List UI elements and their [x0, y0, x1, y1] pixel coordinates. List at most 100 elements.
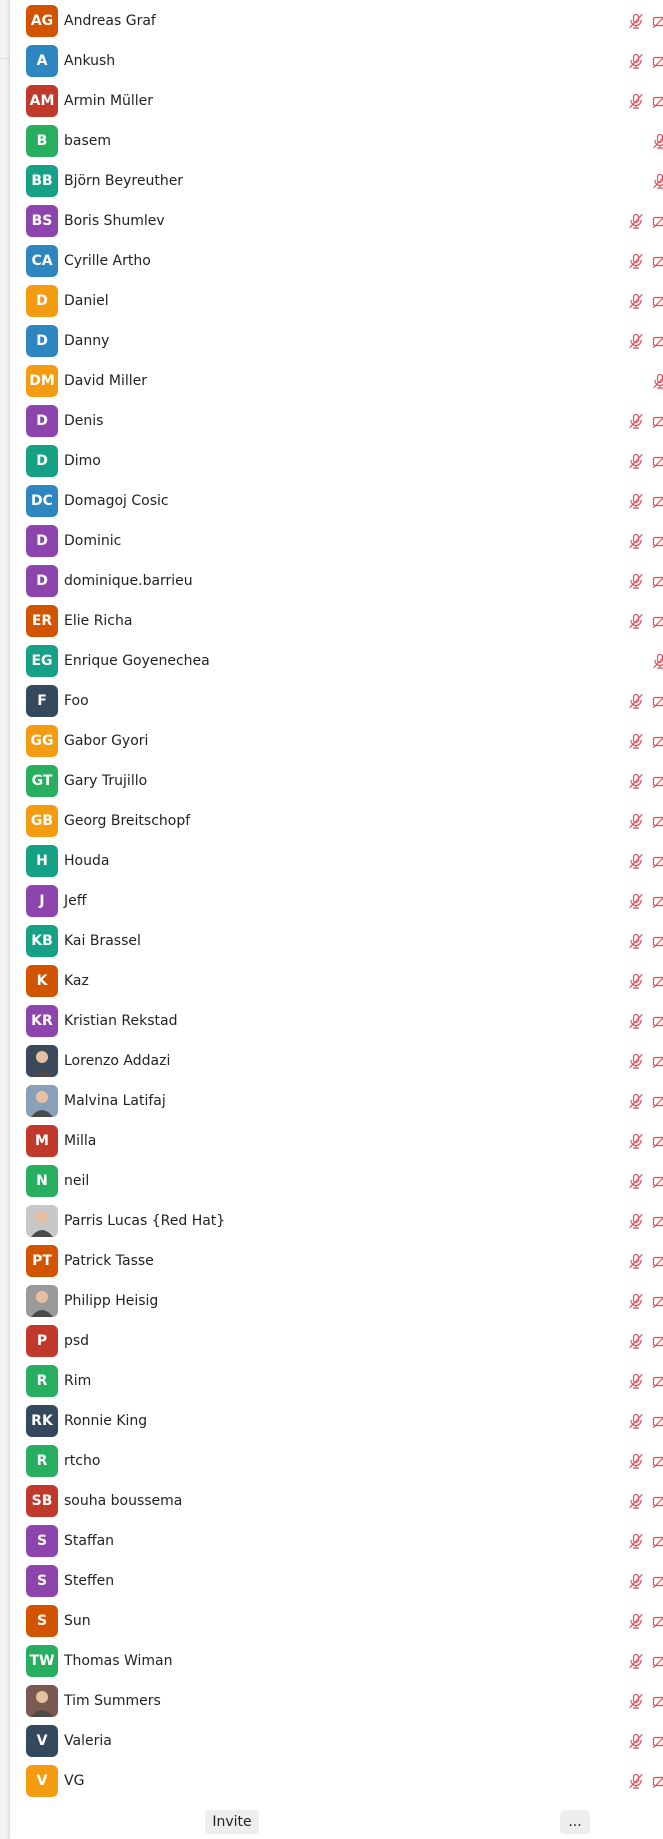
avatar: TW	[26, 1645, 58, 1677]
avatar-initials: D	[36, 333, 48, 349]
participant-row[interactable]: Ddominique.barrieu	[10, 561, 663, 601]
participant-row[interactable]: TW Thomas Wiman	[10, 1641, 663, 1681]
avatar: M	[26, 1125, 58, 1157]
camera-off-icon	[652, 1133, 663, 1149]
participant-name: neil	[64, 1173, 90, 1189]
mic-off-icon	[628, 293, 644, 309]
participant-row[interactable]: Tim Summers	[10, 1681, 663, 1721]
participant-name: Thomas Wiman	[64, 1653, 173, 1669]
avatar: EG	[26, 645, 58, 677]
camera-off-icon	[652, 733, 663, 749]
participant-name: Sun	[64, 1613, 91, 1629]
participant-row[interactable]: Bbasem	[10, 121, 663, 161]
participant-row[interactable]: AM Armin Müller	[10, 81, 663, 121]
avatar: GT	[26, 765, 58, 797]
participant-row[interactable]: AG Andreas Graf	[10, 1, 663, 41]
participant-row[interactable]: K Kaz	[10, 961, 663, 1001]
mic-off-icon	[628, 773, 644, 789]
mic-off-icon	[628, 1773, 644, 1789]
avatar-initials: S	[36, 1533, 48, 1549]
avatar: J	[26, 885, 58, 917]
avatar: S	[26, 1525, 58, 1557]
avatar: AG	[26, 5, 58, 37]
participant-row[interactable]: A Ankush	[10, 41, 663, 81]
avatar: V	[26, 1725, 58, 1757]
participant-row[interactable]: GG Gabor Gyori	[10, 721, 663, 761]
avatar-initials: PT	[32, 1253, 52, 1269]
avatar: B	[26, 125, 58, 157]
participant-row[interactable]: CA Cyrille Artho	[10, 241, 663, 281]
participant-row[interactable]: DC Domagoj Cosic	[10, 481, 663, 521]
participant-row[interactable]: GB Georg Breitschopf	[10, 801, 663, 841]
participant-row[interactable]: Philipp Heisig	[10, 1281, 663, 1321]
participant-row[interactable]: SB souha boussema	[10, 1481, 663, 1521]
avatar-initials: R	[36, 1453, 48, 1469]
camera-off-icon	[652, 1013, 663, 1029]
avatar: PT	[26, 1245, 58, 1277]
mic-off-icon	[628, 1733, 644, 1749]
background-divider	[0, 58, 10, 59]
camera-off-icon	[652, 1213, 663, 1229]
camera-off-icon	[652, 893, 663, 909]
participant-row[interactable]: D Dominic	[10, 521, 663, 561]
participant-row[interactable]: KR Kristian Rekstad	[10, 1001, 663, 1041]
avatar: AM	[26, 85, 58, 117]
camera-off-icon	[652, 1173, 663, 1189]
participant-row[interactable]: S Sun	[10, 1601, 663, 1641]
participant-row[interactable]: Nneil	[10, 1161, 663, 1201]
mic-off-icon	[628, 1653, 644, 1669]
participant-row[interactable]: BB Björn Beyreuther	[10, 161, 663, 201]
avatar: D	[26, 405, 58, 437]
avatar-initials: D	[36, 453, 48, 469]
participant-row[interactable]: Rrtcho	[10, 1441, 663, 1481]
participant-name: Enrique Goyenechea	[64, 653, 210, 669]
participant-row[interactable]: F Foo	[10, 681, 663, 721]
participant-row[interactable]: EG Enrique Goyenechea	[10, 641, 663, 681]
participant-row[interactable]: Malvina Latifaj	[10, 1081, 663, 1121]
participant-row[interactable]: KB Kai Brassel	[10, 921, 663, 961]
participant-row[interactable]: M Milla	[10, 1121, 663, 1161]
participant-row[interactable]: Lorenzo Addazi	[10, 1041, 663, 1081]
participant-row[interactable]: Parris Lucas {Red Hat}	[10, 1201, 663, 1241]
participant-name: Kristian Rekstad	[64, 1013, 178, 1029]
participant-row[interactable]: Ppsd	[10, 1321, 663, 1361]
avatar-initials: N	[36, 1173, 48, 1189]
camera-off-icon	[652, 1453, 663, 1469]
camera-off-icon	[652, 1373, 663, 1389]
participant-row[interactable]: S Staffan	[10, 1521, 663, 1561]
participant-row[interactable]: J Jeff	[10, 881, 663, 921]
participant-row[interactable]: D Dimo	[10, 441, 663, 481]
camera-off-icon	[652, 93, 663, 109]
participant-row[interactable]: R Rim	[10, 1361, 663, 1401]
participant-row[interactable]: BS Boris Shumlev	[10, 201, 663, 241]
camera-off-icon	[652, 1413, 663, 1429]
participant-row[interactable]: PT Patrick Tasse	[10, 1241, 663, 1281]
participant-row[interactable]: DM David Miller	[10, 361, 663, 401]
avatar	[26, 1085, 58, 1117]
avatar-initials: GB	[30, 813, 54, 829]
avatar: KB	[26, 925, 58, 957]
participant-row[interactable]: D Danny	[10, 321, 663, 361]
camera-off-icon	[652, 1253, 663, 1269]
participant-row[interactable]: ER Elie Richa	[10, 601, 663, 641]
avatar: GB	[26, 805, 58, 837]
participant-row[interactable]: D Denis	[10, 401, 663, 441]
participant-row[interactable]: V VG	[10, 1761, 663, 1801]
mic-off-icon	[652, 373, 663, 389]
more-options-button[interactable]: ...	[560, 1810, 590, 1834]
invite-button[interactable]: Invite	[205, 1810, 259, 1834]
mic-off-icon	[628, 253, 644, 269]
participant-name: Dominic	[64, 533, 122, 549]
participant-name: Boris Shumlev	[64, 213, 165, 229]
participant-row[interactable]: GT Gary Trujillo	[10, 761, 663, 801]
participant-name: Valeria	[64, 1733, 112, 1749]
participants-panel: AG Andreas Graf A Ankush AM Armin Müller Bbase…	[10, 0, 663, 1839]
participant-row[interactable]: D Daniel	[10, 281, 663, 321]
avatar-initials: KB	[31, 933, 53, 949]
avatar: DM	[26, 365, 58, 397]
participant-row[interactable]: RK Ronnie King	[10, 1401, 663, 1441]
participant-row[interactable]: S Steffen	[10, 1561, 663, 1601]
participant-row[interactable]: H Houda	[10, 841, 663, 881]
participant-row[interactable]: V Valeria	[10, 1721, 663, 1761]
avatar-initials: H	[36, 853, 48, 869]
